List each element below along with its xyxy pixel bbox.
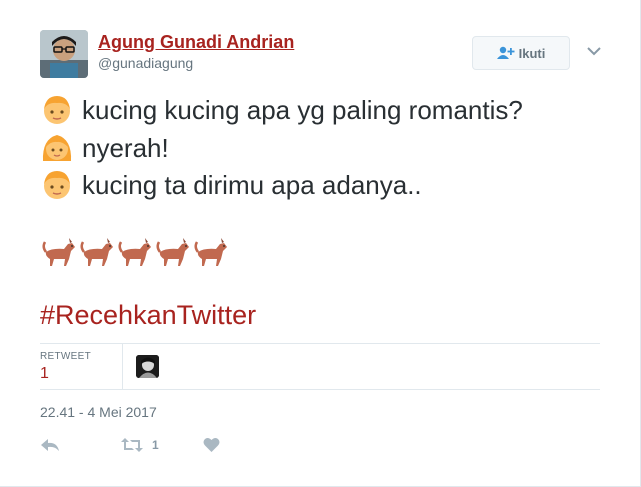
reply-button[interactable] — [40, 435, 60, 455]
retweet-icon — [121, 438, 143, 452]
reply-icon — [41, 439, 59, 451]
dog-emoji-icon — [80, 238, 113, 266]
tweet-line-text: kucing kucing apa yg paling romantis? — [82, 94, 523, 125]
retweet-stat-count[interactable]: 1 — [40, 365, 49, 383]
follow-button[interactable]: Ikuti — [472, 36, 570, 70]
boy-emoji-icon — [44, 96, 70, 124]
like-button[interactable] — [203, 435, 220, 455]
author-handle[interactable]: @gunadiagung — [98, 55, 193, 71]
tweet-line: kucing ta dirimu apa adanya.. — [40, 167, 422, 203]
tweet-timestamp[interactable]: 22.41 - 4 Mei 2017 — [40, 404, 157, 420]
retweet-button[interactable]: 1 — [120, 435, 159, 455]
retweet-action-count: 1 — [152, 438, 159, 452]
author-avatar[interactable] — [40, 30, 88, 78]
tweet-card: Agung Gunadi Andrian @gunadiagung Ikuti … — [0, 0, 641, 487]
heart-icon — [203, 437, 220, 452]
stats-divider-top — [40, 343, 600, 344]
add-user-icon — [496, 46, 515, 59]
follow-button-label: Ikuti — [518, 45, 546, 61]
retweet-stat-label: RETWEET — [40, 351, 91, 362]
tweet-line-text: nyerah! — [82, 132, 169, 163]
tweet-line: kucing kucing apa yg paling romantis? — [40, 92, 523, 128]
dog-emoji-icon — [42, 238, 75, 266]
boy-emoji-icon — [44, 171, 70, 199]
girl-emoji-icon — [42, 135, 72, 161]
stats-divider-bottom — [40, 389, 600, 390]
tweet-line: nyerah! — [40, 130, 169, 166]
tweet-line-text: kucing ta dirimu apa adanya.. — [82, 169, 422, 200]
dog-emoji-icon — [156, 238, 189, 266]
retweeter-avatar[interactable] — [136, 355, 159, 378]
more-options-chevron-down-icon[interactable] — [585, 44, 603, 58]
hashtag-link[interactable]: #RecehkanTwitter — [40, 300, 256, 331]
dog-emoji-row — [40, 232, 230, 270]
stats-vertical-divider — [122, 344, 123, 389]
dog-emoji-icon — [194, 238, 227, 266]
author-name[interactable]: Agung Gunadi Andrian — [98, 32, 294, 53]
dog-emoji-icon — [118, 238, 151, 266]
